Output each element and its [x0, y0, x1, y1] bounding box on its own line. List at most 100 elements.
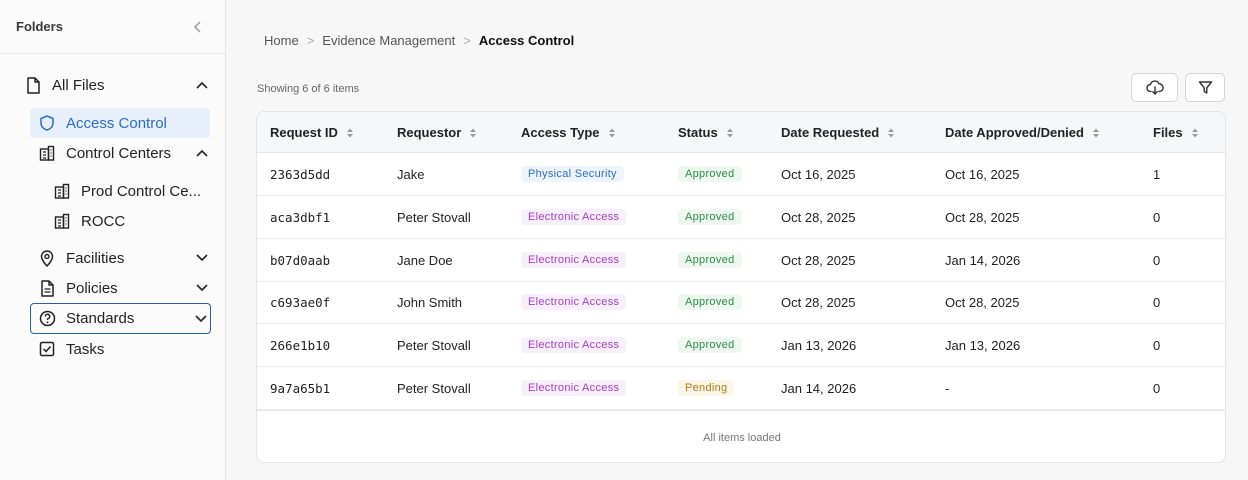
folder-label: Prod Control Ce... — [81, 182, 202, 200]
folder-label: All Files — [52, 76, 105, 94]
document-icon — [38, 279, 56, 297]
table-row[interactable]: 266e1b10 Peter Stovall Electronic Access… — [257, 324, 1225, 367]
column-header-date-requested[interactable]: Date Requested — [781, 112, 895, 153]
cell-date-decided: Oct 16, 2025 — [945, 166, 1020, 182]
access-type-badge: Electronic Access — [521, 294, 627, 310]
cell-files: 0 — [1153, 252, 1161, 268]
chevron-down-icon[interactable] — [194, 250, 210, 266]
cell-requestor: Jake — [397, 166, 425, 182]
cell-date-decided: Oct 28, 2025 — [945, 294, 1020, 310]
checkbox-icon — [38, 340, 56, 358]
column-header-access-type[interactable]: Access Type — [521, 112, 616, 153]
breadcrumb-separator: > — [306, 33, 315, 48]
breadcrumb-home[interactable]: Home — [264, 33, 299, 48]
breadcrumb-separator: > — [463, 33, 471, 48]
cell-files: 1 — [1153, 166, 1161, 182]
question-circle-icon — [38, 310, 56, 328]
breadcrumb-evidence-management[interactable]: Evidence Management — [322, 33, 455, 48]
table-footer-status: All items loaded — [257, 410, 1225, 462]
breadcrumb: Home > Evidence Management > Access Cont… — [264, 33, 574, 48]
table-row[interactable]: 2363d5dd Jake Physical Security Approved… — [257, 153, 1225, 196]
cloud-download-icon — [1145, 79, 1164, 95]
folder-tasks[interactable]: Tasks — [38, 338, 210, 360]
building-icon — [53, 212, 71, 230]
folder-label: Access Control — [66, 114, 167, 132]
folder-rocc[interactable]: ROCC — [53, 210, 210, 232]
folder-label: Standards — [66, 310, 135, 327]
cell-request-id: aca3dbf1 — [270, 209, 331, 225]
chevron-down-icon[interactable] — [194, 280, 210, 296]
cell-files: 0 — [1153, 294, 1161, 310]
folder-facilities[interactable]: Facilities — [38, 247, 210, 269]
collapse-sidebar-button[interactable] — [187, 16, 209, 38]
cell-request-id: 9a7a65b1 — [270, 380, 331, 396]
column-header-request-id[interactable]: Request ID — [270, 112, 354, 153]
sort-icon — [1191, 127, 1199, 139]
cell-date-decided: Jan 13, 2026 — [945, 337, 1021, 353]
requests-table: Request ID Requestor Access Type Status … — [256, 111, 1226, 463]
cell-request-id: b07d0aab — [270, 252, 331, 268]
table-row[interactable]: b07d0aab Jane Doe Electronic Access Appr… — [257, 239, 1225, 282]
cell-files: 0 — [1153, 337, 1161, 353]
cell-date-requested: Oct 28, 2025 — [781, 294, 856, 310]
chevron-down-icon[interactable] — [193, 311, 209, 327]
cell-date-requested: Jan 14, 2026 — [781, 380, 857, 396]
sort-icon — [608, 127, 616, 139]
access-type-badge: Electronic Access — [521, 209, 627, 225]
folder-all-files[interactable]: All Files — [24, 74, 210, 96]
download-button[interactable] — [1131, 73, 1178, 102]
cell-date-decided: Jan 14, 2026 — [945, 252, 1021, 268]
table-row[interactable]: aca3dbf1 Peter Stovall Electronic Access… — [257, 196, 1225, 239]
access-type-badge: Electronic Access — [521, 252, 627, 268]
folder-control-centers[interactable]: Control Centers — [38, 142, 210, 164]
folder-label: Tasks — [66, 340, 105, 358]
folder-policies[interactable]: Policies — [38, 277, 210, 299]
chevron-up-icon[interactable] — [194, 77, 210, 93]
table-row[interactable]: c693ae0f John Smith Electronic Access Ap… — [257, 281, 1225, 324]
folder-label: Control Centers — [66, 144, 172, 162]
sort-icon — [887, 127, 895, 139]
folder-access-control[interactable]: Access Control — [30, 108, 210, 138]
status-badge: Approved — [678, 209, 742, 225]
cell-requestor: John Smith — [397, 294, 463, 310]
location-pin-icon — [38, 249, 56, 267]
cell-request-id: 266e1b10 — [270, 337, 331, 353]
folder-label: Facilities — [66, 249, 125, 267]
access-type-badge: Electronic Access — [521, 380, 627, 396]
status-badge: Approved — [678, 166, 742, 182]
chevron-left-icon — [193, 20, 201, 33]
filter-button[interactable] — [1185, 73, 1225, 102]
status-badge: Approved — [678, 294, 742, 310]
sort-icon — [726, 127, 734, 139]
cell-requestor: Peter Stovall — [397, 209, 471, 225]
sort-icon — [469, 127, 477, 139]
cell-date-decided: Oct 28, 2025 — [945, 209, 1020, 225]
folder-label: ROCC — [81, 212, 126, 230]
column-header-requestor[interactable]: Requestor — [397, 112, 477, 153]
cell-date-requested: Oct 16, 2025 — [781, 166, 856, 182]
table-header: Request ID Requestor Access Type Status … — [257, 112, 1225, 153]
status-badge: Approved — [678, 252, 742, 268]
sidebar: Folders All Files Access Control Control… — [0, 0, 226, 480]
sort-icon — [346, 127, 354, 139]
status-badge: Pending — [678, 380, 735, 396]
folder-prod-control-center[interactable]: Prod Control Ce... — [53, 180, 210, 202]
column-header-files[interactable]: Files — [1153, 112, 1199, 153]
column-header-date-approved-denied[interactable]: Date Approved/Denied — [945, 112, 1100, 153]
column-header-status[interactable]: Status — [678, 112, 734, 153]
file-icon — [24, 76, 42, 94]
folder-standards[interactable]: Standards — [30, 303, 211, 334]
sidebar-header: Folders — [0, 0, 225, 54]
cell-files: 0 — [1153, 380, 1161, 396]
chevron-up-icon[interactable] — [194, 145, 210, 161]
cell-date-decided: - — [945, 380, 950, 396]
cell-request-id: 2363d5dd — [270, 166, 331, 182]
cell-files: 0 — [1153, 209, 1161, 225]
cell-date-requested: Oct 28, 2025 — [781, 252, 856, 268]
main-content: Home > Evidence Management > Access Cont… — [226, 0, 1248, 480]
cell-date-requested: Oct 28, 2025 — [781, 209, 856, 225]
folder-label: Policies — [66, 279, 118, 297]
table-row[interactable]: 9a7a65b1 Peter Stovall Electronic Access… — [257, 367, 1225, 410]
cell-requestor: Peter Stovall — [397, 337, 471, 353]
cell-request-id: c693ae0f — [270, 294, 331, 310]
